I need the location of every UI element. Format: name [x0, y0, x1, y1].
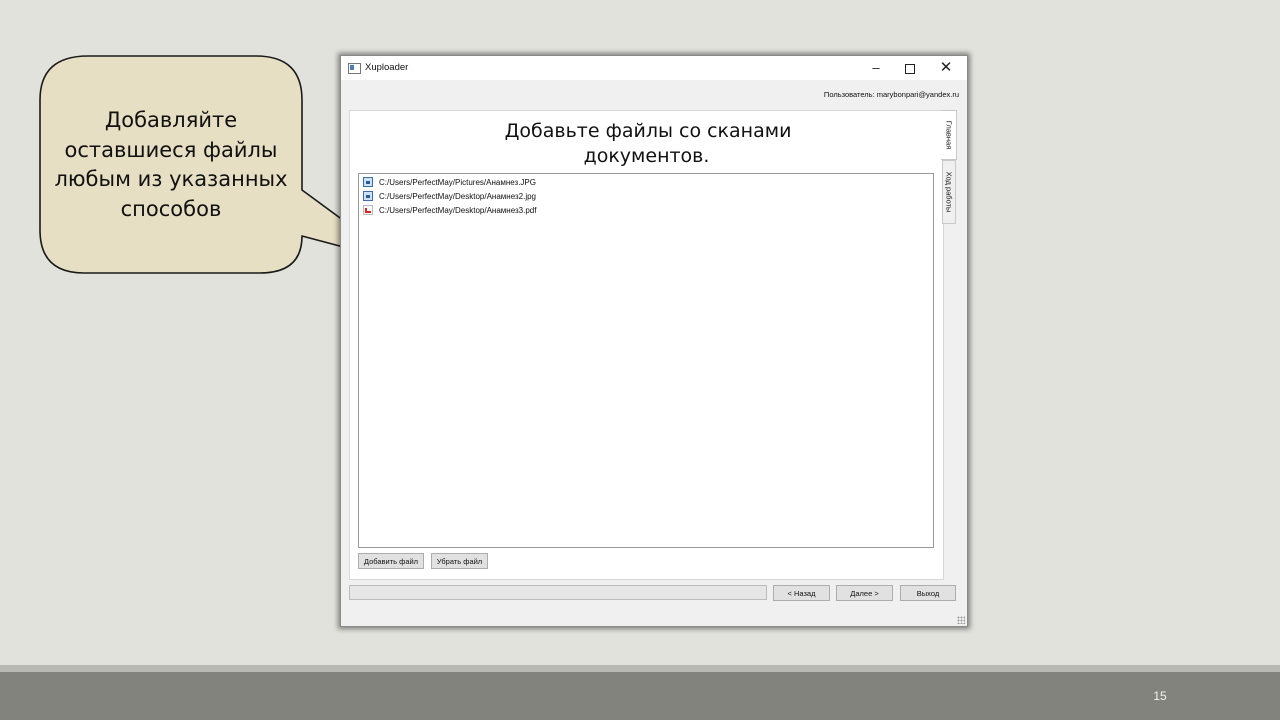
- back-button[interactable]: < Назад: [773, 585, 830, 601]
- callout-line: способов: [120, 196, 222, 221]
- file-path: C:/Users/PerfectMay/Desktop/Анамнез3.pdf: [379, 206, 537, 215]
- file-path: C:/Users/PerfectMay/Desktop/Анамнез2.jpg: [379, 192, 536, 201]
- tab-label: Главная: [944, 120, 953, 150]
- tab-progress[interactable]: Ход работы: [942, 160, 956, 224]
- callout-line: любым из указанных: [54, 167, 288, 191]
- add-file-button[interactable]: Добавить файл: [358, 553, 424, 569]
- window-title: Xuploader: [365, 62, 409, 73]
- file-list[interactable]: C:/Users/PerfectMay/Pictures/Анамнез.JPG…: [358, 173, 934, 548]
- page-number: 15: [1153, 689, 1167, 703]
- callout-line: Добавляйте: [104, 108, 238, 132]
- resize-grip-icon[interactable]: [957, 616, 965, 624]
- heading-line: Добавьте файлы со сканами: [504, 120, 792, 142]
- progress-bar: [349, 585, 767, 600]
- slide-divider: [0, 665, 1280, 672]
- list-item[interactable]: C:/Users/PerfectMay/Pictures/Анамнез.JPG: [363, 176, 536, 189]
- callout-text: Добавляйте оставшиеся файлы любым из ука…: [44, 106, 298, 224]
- heading-line: документов.: [583, 145, 710, 167]
- list-item[interactable]: C:/Users/PerfectMay/Desktop/Анамнез2.jpg: [363, 190, 536, 203]
- remove-file-button[interactable]: Убрать файл: [431, 553, 488, 569]
- tab-label: Ход работы: [944, 171, 954, 213]
- page-heading: Добавьте файлы со сканами документов.: [350, 119, 943, 169]
- tab-main[interactable]: Главная: [941, 110, 957, 160]
- image-file-icon: [363, 176, 373, 187]
- image-file-icon: [363, 190, 373, 201]
- main-panel: Добавьте файлы со сканами документов. C:…: [349, 110, 944, 580]
- slide-footer: [0, 672, 1280, 720]
- maximize-icon: [905, 63, 915, 74]
- callout-line: оставшиеся файлы: [64, 137, 278, 162]
- app-window: Xuploader – ✕ Пользователь: marybonpari@…: [340, 55, 968, 627]
- pdf-file-icon: [363, 204, 373, 215]
- list-item[interactable]: C:/Users/PerfectMay/Desktop/Анамнез3.pdf: [363, 204, 536, 217]
- minimize-button[interactable]: –: [859, 56, 893, 80]
- title-bar[interactable]: Xuploader – ✕: [341, 56, 967, 80]
- next-button[interactable]: Далее >: [836, 585, 893, 601]
- close-button[interactable]: ✕: [929, 56, 963, 80]
- exit-button[interactable]: Выход: [900, 585, 956, 601]
- user-label: Пользователь: marybonpari@yandex.ru: [823, 90, 959, 99]
- app-icon: [348, 63, 361, 74]
- file-path: C:/Users/PerfectMay/Pictures/Анамнез.JPG: [379, 178, 536, 187]
- maximize-button[interactable]: [893, 56, 927, 80]
